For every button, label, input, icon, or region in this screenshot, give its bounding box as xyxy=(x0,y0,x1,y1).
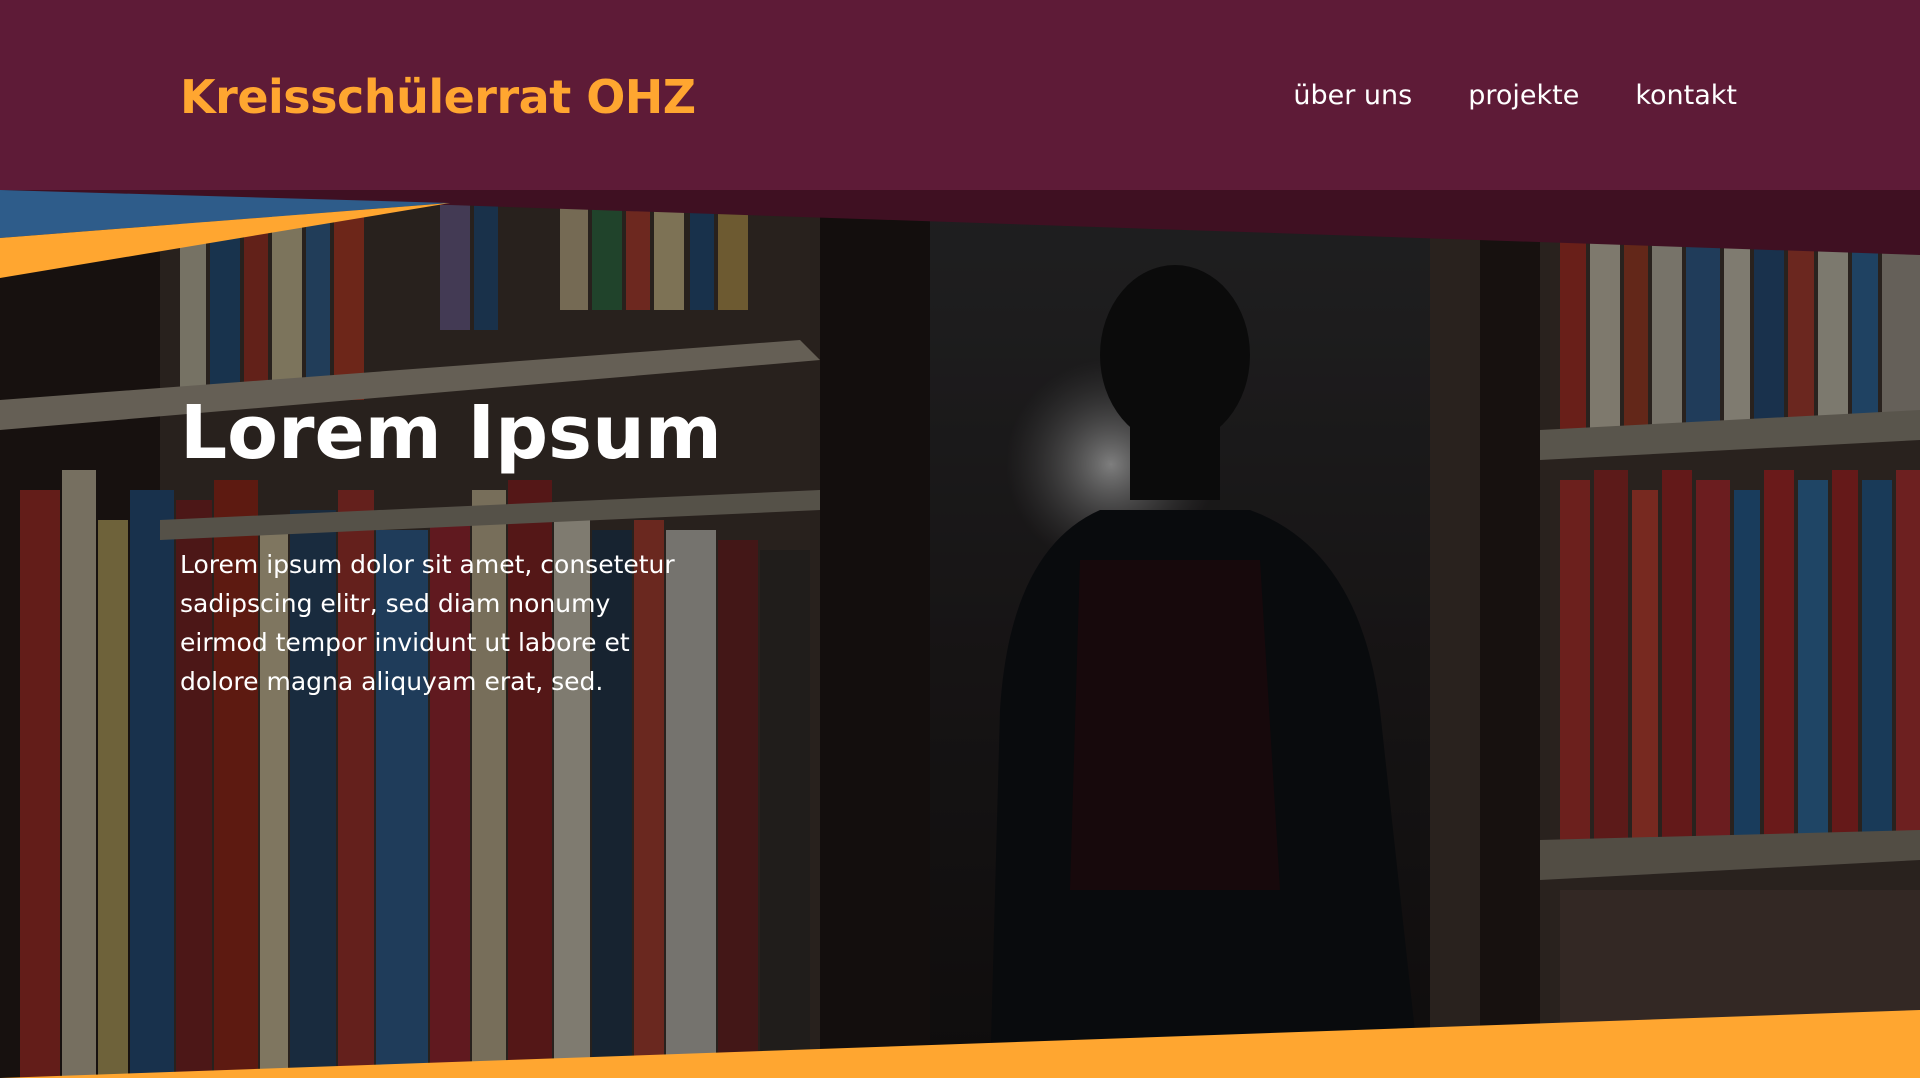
nav-link-ueber-uns[interactable]: über uns xyxy=(1293,80,1412,111)
nav-link-kontakt[interactable]: kontakt xyxy=(1635,80,1737,111)
page: Kreisschülerrat OHZ über uns projekte ko… xyxy=(0,0,1920,1078)
hero-description: Lorem ipsum dolor sit amet, consetetur s… xyxy=(180,550,675,696)
hero-title: Lorem Ipsum xyxy=(180,390,722,476)
hero-section: Lorem Ipsum Lorem ipsum dolor sit amet, … xyxy=(0,190,1920,1078)
site-header: Kreisschülerrat OHZ über uns projekte ko… xyxy=(0,0,1920,190)
site-logo[interactable]: Kreisschülerrat OHZ xyxy=(180,70,696,124)
nav-link-projekte[interactable]: projekte xyxy=(1468,80,1579,111)
main-nav: über uns projekte kontakt xyxy=(1293,80,1737,111)
